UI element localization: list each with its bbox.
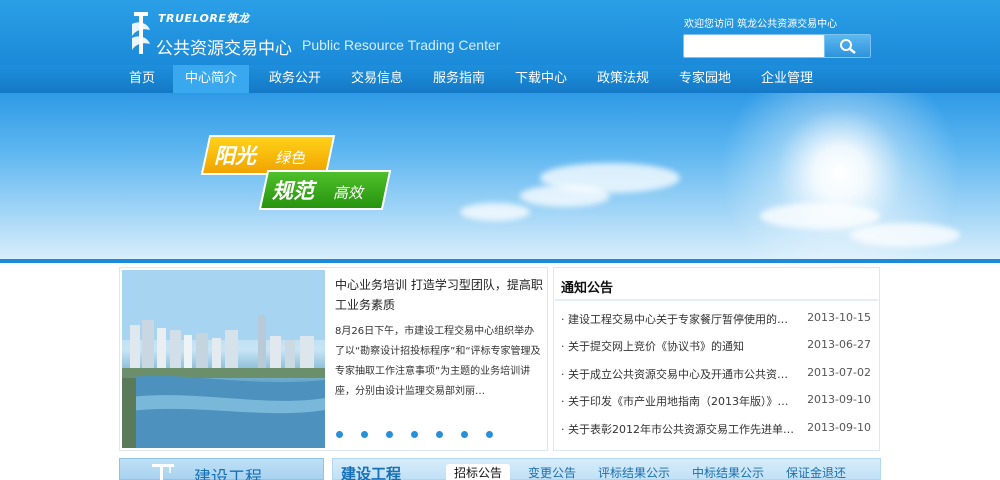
nav-item-download[interactable]: 下载中心 — [503, 65, 579, 93]
site-title-en: Public Resource Trading Center — [302, 37, 501, 53]
cloud-image — [520, 185, 610, 207]
news-summary: 8月26日下午，市建设工程交易中心组织举办了以“勘察设计招投标程序”和“评标专家… — [335, 326, 541, 397]
notice-item-date: 2013-09-10 — [807, 421, 871, 434]
notice-item-text[interactable]: · 关于成立公共资源交易中心及开通市公共资… — [561, 366, 796, 382]
search-box — [683, 34, 871, 58]
hero-banner — [0, 93, 1000, 259]
notice-divider — [555, 299, 878, 301]
tab-change-notice[interactable]: 变更公告 — [520, 464, 584, 480]
notice-item-text[interactable]: · 关于表彰2012年市公共资源交易工作先进单… — [561, 421, 796, 437]
nav-item-enterprise[interactable]: 企业管理 — [749, 65, 825, 93]
carousel-dot[interactable] — [461, 431, 468, 438]
slogan-sunshine: 阳光 — [214, 144, 256, 168]
construction-link-box[interactable]: 建设工程 — [119, 458, 324, 480]
main-nav: 首页 中心简介 政务公开 交易信息 服务指南 下载中心 政策法规 专家园地 企业… — [0, 65, 1000, 93]
news-headline[interactable]: 中心业务培训 打造学习型团队，提高职工业务素质 — [335, 275, 543, 315]
slogan-efficient: 高效 — [333, 184, 364, 202]
notice-item[interactable]: · 建设工程交易中心关于专家餐厅暂停使用的… 2013-10-15 — [561, 311, 873, 331]
notice-item-text[interactable]: · 建设工程交易中心关于专家餐厅暂停使用的… — [561, 311, 796, 327]
cloud-image — [850, 223, 960, 247]
carousel-dot[interactable] — [436, 431, 443, 438]
notice-item-text[interactable]: · 关于印发《市产业用地指南（2013年版）》… — [561, 393, 796, 409]
nav-item-service[interactable]: 服务指南 — [421, 65, 497, 93]
tab-award-result[interactable]: 中标结果公示 — [684, 464, 772, 480]
news-photo[interactable] — [122, 270, 325, 448]
construction-link-label: 建设工程 — [194, 468, 262, 480]
site-title-cn: 公共资源交易中心 — [156, 39, 292, 59]
city-skyline-image — [122, 270, 325, 448]
carousel-dot[interactable] — [361, 431, 368, 438]
tab-tender-notice[interactable]: 招标公告 — [446, 464, 511, 480]
notice-item-date: 2013-07-02 — [807, 366, 871, 379]
notice-item-date: 2013-06-27 — [807, 338, 871, 351]
search-icon — [840, 39, 856, 54]
notice-title: 通知公告 — [561, 281, 614, 296]
slogan-standard: 规范 — [272, 179, 314, 203]
notice-item[interactable]: · 关于成立公共资源交易中心及开通市公共资… 2013-07-02 — [561, 366, 873, 386]
slogan-green: 绿色 — [275, 149, 306, 167]
notice-item[interactable]: · 关于印发《市产业用地指南（2013年版）》… 2013-09-10 — [561, 393, 873, 413]
crane-icon — [152, 464, 174, 480]
search-button[interactable] — [824, 35, 870, 57]
nav-item-about[interactable]: 中心简介 — [173, 65, 249, 93]
brand-name: TRUELORE筑龙 — [158, 12, 250, 25]
welcome-text: 欢迎您访问 筑龙公共资源交易中心 — [684, 19, 838, 30]
nav-item-government[interactable]: 政务公开 — [257, 65, 333, 93]
notice-item-date: 2013-10-15 — [807, 311, 871, 324]
notice-item-text[interactable]: · 关于提交网上竞价《协议书》的通知 — [561, 338, 796, 354]
cloud-image — [760, 203, 880, 229]
cloud-image — [460, 203, 530, 221]
carousel-dot[interactable] — [386, 431, 393, 438]
search-input[interactable] — [685, 36, 825, 56]
nav-item-experts[interactable]: 专家园地 — [667, 65, 743, 93]
notice-item-date: 2013-09-10 — [807, 393, 871, 406]
nav-item-home[interactable]: 首页 — [120, 65, 164, 93]
notice-item[interactable]: · 关于表彰2012年市公共资源交易工作先进单… 2013-09-10 — [561, 421, 873, 441]
nav-item-policy[interactable]: 政策法规 — [585, 65, 661, 93]
site-header: TRUELORE筑龙 公共资源交易中心 Public Resource Trad… — [0, 0, 1000, 65]
tab-deposit-refund[interactable]: 保证金退还 — [778, 464, 854, 480]
carousel-dot[interactable] — [411, 431, 418, 438]
banner-divider — [0, 259, 1000, 263]
carousel-dot[interactable] — [486, 431, 493, 438]
logo-icon — [132, 12, 150, 54]
nav-item-trading[interactable]: 交易信息 — [339, 65, 415, 93]
carousel-dot[interactable] — [336, 431, 343, 438]
section-title: 建设工程 — [341, 465, 402, 480]
notice-item[interactable]: · 关于提交网上竞价《协议书》的通知 2013-06-27 — [561, 338, 873, 358]
tab-evaluation-result[interactable]: 评标结果公示 — [590, 464, 678, 480]
